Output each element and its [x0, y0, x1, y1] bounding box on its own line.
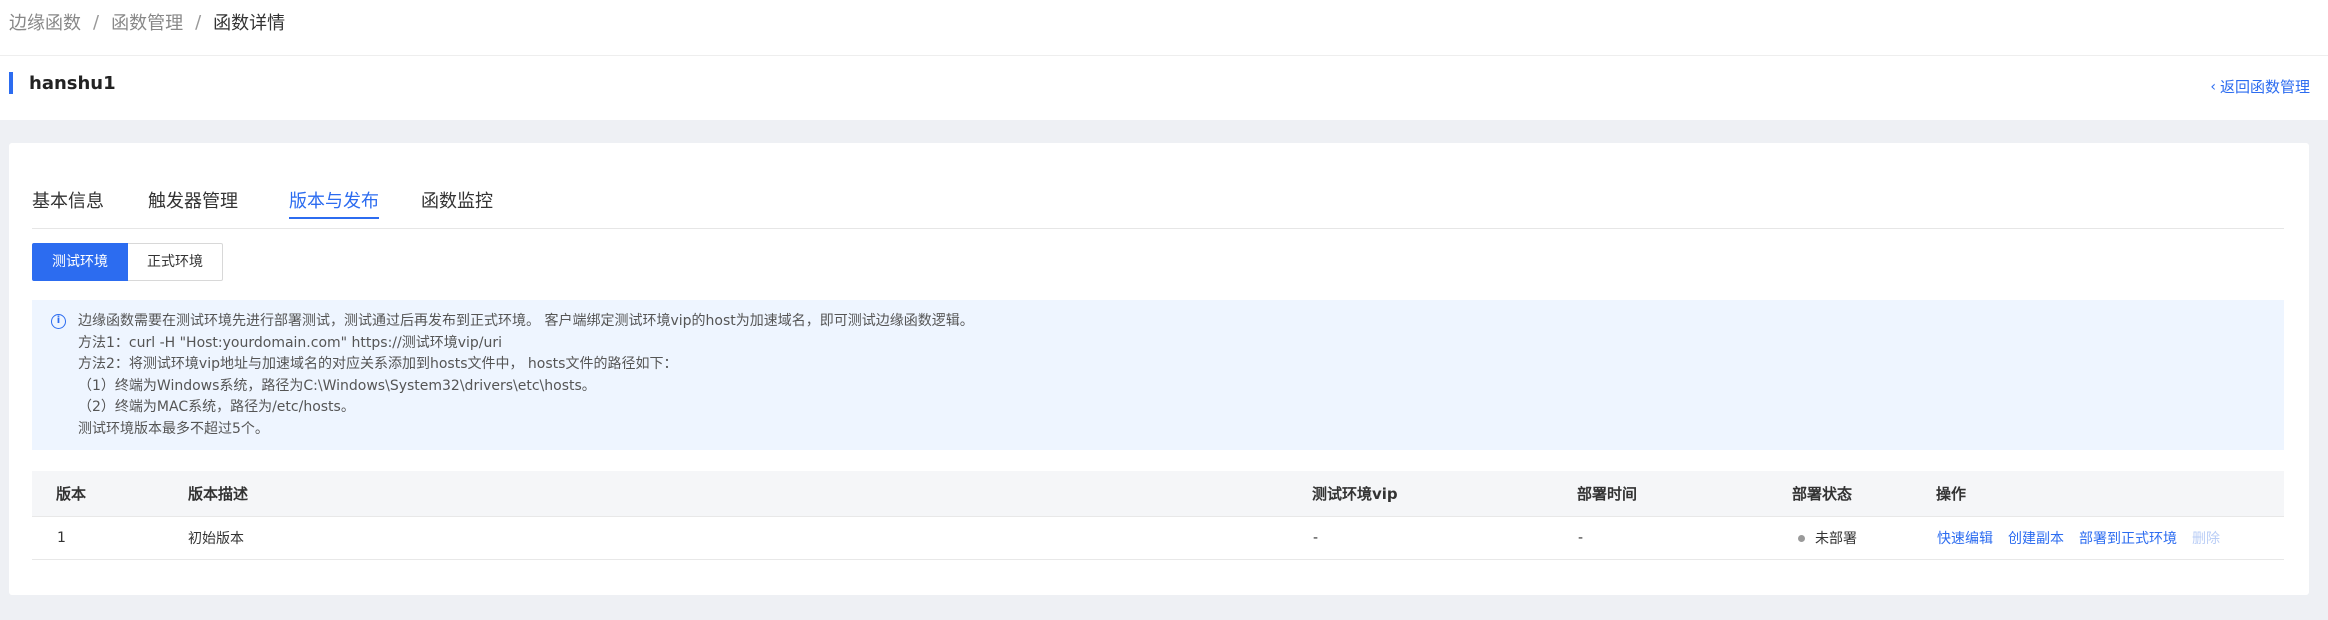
tab-bar: 基本信息 触发器管理 版本与发布 函数监控 — [32, 187, 2284, 229]
status-dot-icon — [1798, 534, 1805, 542]
create-copy-link[interactable]: 创建副本 — [2008, 528, 2064, 548]
breadcrumb-separator: / — [195, 11, 202, 33]
tab-basic-info[interactable]: 基本信息 — [32, 187, 104, 229]
header-deploy-time: 部署时间 — [1577, 485, 1638, 503]
page-title-bar: hanshu1 — [9, 72, 116, 94]
status-label: 未部署 — [1815, 531, 1857, 547]
chevron-left-icon: ‹ — [2210, 78, 2216, 95]
page-title: hanshu1 — [29, 72, 116, 94]
environment-toggle: 测试环境 正式环境 — [32, 243, 223, 281]
cell-test-vip: - — [1313, 530, 1319, 546]
tab-function-monitoring[interactable]: 函数监控 — [421, 187, 493, 229]
breadcrumb: 边缘函数 / 函数管理 / 函数详情 — [9, 9, 285, 35]
delete-link: 删除 — [2192, 531, 2220, 547]
test-environment-button[interactable]: 测试环境 — [32, 243, 128, 281]
cell-actions: 快速编辑 创建副本 部署到正式环境 删除 — [1937, 517, 2235, 559]
notice-line: 方法1：curl -H "Host:yourdomain.com" https:… — [78, 334, 503, 351]
notice-line: 边缘函数需要在测试环境先进行部署测试，测试通过后再发布到正式环境。 客户端绑定测… — [78, 313, 974, 329]
notice-line: 测试环境版本最多不超过5个。 — [78, 420, 269, 437]
breadcrumb-function-detail: 函数详情 — [213, 13, 286, 34]
breadcrumb-edge-functions[interactable]: 边缘函数 — [9, 9, 81, 35]
header-actions: 操作 — [1936, 485, 1967, 503]
version-table: 版本 版本描述 测试环境vip 部署时间 部署状态 操作 1 初始版本 - - … — [32, 471, 2284, 560]
quick-edit-link[interactable]: 快速编辑 — [1937, 528, 1993, 548]
header-version: 版本 — [56, 485, 87, 503]
title-accent-bar — [9, 72, 13, 94]
header-test-vip: 测试环境vip — [1312, 485, 1398, 503]
notice-line: （1）终端为Windows系统，路径为C:\Windows\System32\d… — [78, 377, 596, 394]
header-deploy-status: 部署状态 — [1792, 485, 1853, 503]
header-description: 版本描述 — [188, 485, 249, 503]
tab-version-release[interactable]: 版本与发布 — [289, 187, 379, 229]
header-divider — [0, 55, 2328, 56]
top-header: 边缘函数 / 函数管理 / 函数详情 hanshu1 ‹ 返回函数管理 — [0, 0, 2328, 120]
breadcrumb-function-management[interactable]: 函数管理 — [111, 9, 183, 35]
breadcrumb-separator: / — [93, 11, 100, 33]
cell-deploy-time: - — [1578, 530, 1584, 546]
production-environment-button[interactable]: 正式环境 — [128, 243, 223, 281]
tab-trigger-management[interactable]: 触发器管理 — [148, 187, 238, 229]
back-link-label: 返回函数管理 — [2219, 78, 2310, 96]
info-notice: i 边缘函数需要在测试环境先进行部署测试，测试通过后再发布到正式环境。 客户端绑… — [32, 300, 2284, 450]
back-to-function-management-link[interactable]: ‹ 返回函数管理 — [2210, 76, 2310, 97]
notice-line: （2）终端为MAC系统，路径为/etc/hosts。 — [78, 399, 355, 415]
notice-line: 方法2：将测试环境vip地址与加速域名的对应关系添加到hosts文件中， hos… — [78, 356, 678, 372]
table-row: 1 初始版本 - - 未部署 快速编辑 创建副本 部署到正式环境 删除 — [32, 517, 2284, 560]
info-circle-icon: i — [51, 314, 66, 329]
cell-description: 初始版本 — [188, 531, 244, 547]
table-header: 版本 版本描述 测试环境vip 部署时间 部署状态 操作 — [32, 471, 2284, 517]
content-card: 基本信息 触发器管理 版本与发布 函数监控 测试环境 正式环境 i 边缘函数需要… — [9, 143, 2309, 595]
cell-version: 1 — [57, 530, 66, 546]
deploy-to-production-link[interactable]: 部署到正式环境 — [2079, 528, 2177, 548]
cell-deploy-status: 未部署 — [1798, 517, 1857, 559]
